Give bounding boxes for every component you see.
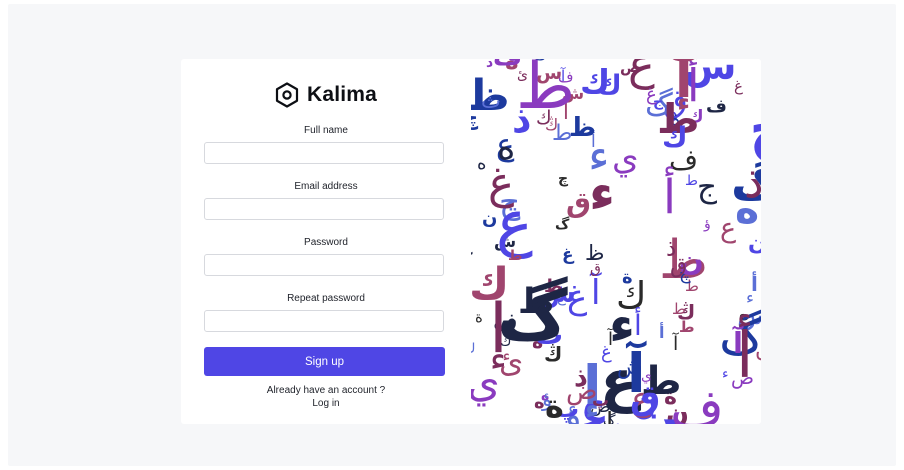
arabic-letter-glyph: ط (518, 282, 554, 322)
arabic-letter-glyph: ة (475, 308, 483, 326)
arabic-letter-glyph: ي (471, 357, 500, 406)
arabic-letter-glyph: أ (751, 270, 758, 296)
arabic-letter-glyph: ذ (744, 157, 761, 208)
arabic-letter-glyph: ء (609, 296, 635, 355)
full-name-label: Full name (304, 125, 348, 136)
arabic-letter-glyph: ن (748, 231, 761, 256)
arabic-letter-glyph: آ (672, 331, 679, 355)
hexagon-logo-icon (275, 82, 299, 108)
brand-logo: Kalima (181, 81, 471, 109)
arabic-letter-glyph: آ (589, 272, 602, 313)
arabic-letter-glyph: ق (566, 186, 591, 219)
arabic-letters-illustration: عءدعفأهقطعڭطآكئڭدهفشؤغدههچأسةصپضظنڭهءطءپ… (471, 59, 761, 424)
sign-up-button[interactable]: Sign up (204, 347, 445, 376)
full-name-input[interactable] (204, 142, 444, 164)
account-prompt: Already have an account ? (266, 385, 386, 396)
arabic-letter-glyph: ظ (569, 113, 596, 143)
arabic-letter-glyph: ذ (666, 236, 676, 262)
arabic-letter-glyph: ي (612, 138, 639, 178)
arabic-letter-glyph: ق (630, 378, 660, 418)
email-input[interactable] (204, 198, 444, 220)
arabic-letter-glyph: ن (755, 338, 761, 363)
arabic-letter-glyph: غ (567, 277, 587, 317)
arabic-letter-glyph: أ (634, 306, 642, 342)
arabic-letter-glyph: ط (508, 248, 523, 264)
arabic-letter-glyph: ه (477, 153, 486, 174)
arabic-letter-glyph: ه (667, 59, 702, 74)
arabic-letter-glyph: چ (558, 171, 569, 187)
signup-form: Kalima Full name Email address Password … (181, 59, 471, 424)
arabic-letter-glyph: ع (720, 213, 736, 244)
arabic-letter-glyph: ط (679, 318, 695, 336)
page-background: Kalima Full name Email address Password … (8, 4, 896, 466)
arabic-letter-glyph: غ (562, 245, 575, 265)
arabic-letter-glyph: ئ (517, 67, 528, 83)
repeat-password-label: Repeat password (287, 293, 365, 304)
arabic-letter-glyph: ن (482, 208, 497, 229)
arabic-letter-glyph: ف (706, 96, 727, 117)
arabic-letter-glyph: ط (685, 173, 698, 189)
arabic-letter-glyph: ؤ (703, 216, 711, 232)
repeat-password-input[interactable] (204, 310, 444, 332)
arabic-letter-glyph: أ (663, 166, 676, 225)
arabic-letter-glyph: ف (558, 68, 574, 86)
arabic-letter-glyph: پ (592, 391, 609, 411)
arabic-letter-glyph: ڭ (545, 115, 558, 134)
arabic-letter-glyph: غ (646, 84, 657, 105)
arabic-letter-glyph: ذ (574, 362, 588, 393)
arabic-letter-glyph: ج (749, 93, 761, 164)
arabic-letter-glyph: ع (471, 236, 473, 255)
email-label: Email address (294, 181, 358, 192)
log-in-link[interactable]: Log in (312, 398, 339, 409)
arabic-letter-glyph: آ (732, 325, 744, 360)
arabic-letter-glyph: أ (659, 322, 664, 342)
arabic-letter-glyph: ث (481, 89, 501, 113)
arabic-letter-glyph: ج (697, 169, 717, 205)
arabic-letter-glyph: ك (580, 62, 610, 101)
arabic-letter-glyph: ة (545, 387, 564, 424)
arabic-letter-glyph: ق (590, 261, 601, 277)
arabic-letter-glyph: گ (603, 411, 616, 424)
letters-pattern: عءدعفأهقطعڭطآكئڭدهفشؤغدههچأسةصپضظنڭهءطءپ… (471, 59, 761, 424)
arabic-letter-glyph: ك (662, 121, 688, 154)
signup-card: Kalima Full name Email address Password … (181, 59, 761, 424)
brand-name: Kalima (306, 83, 378, 106)
arabic-letter-glyph: چ (471, 106, 479, 131)
password-label: Password (304, 237, 348, 248)
password-input[interactable] (204, 254, 444, 276)
arabic-letter-glyph: ڭ (471, 341, 476, 357)
